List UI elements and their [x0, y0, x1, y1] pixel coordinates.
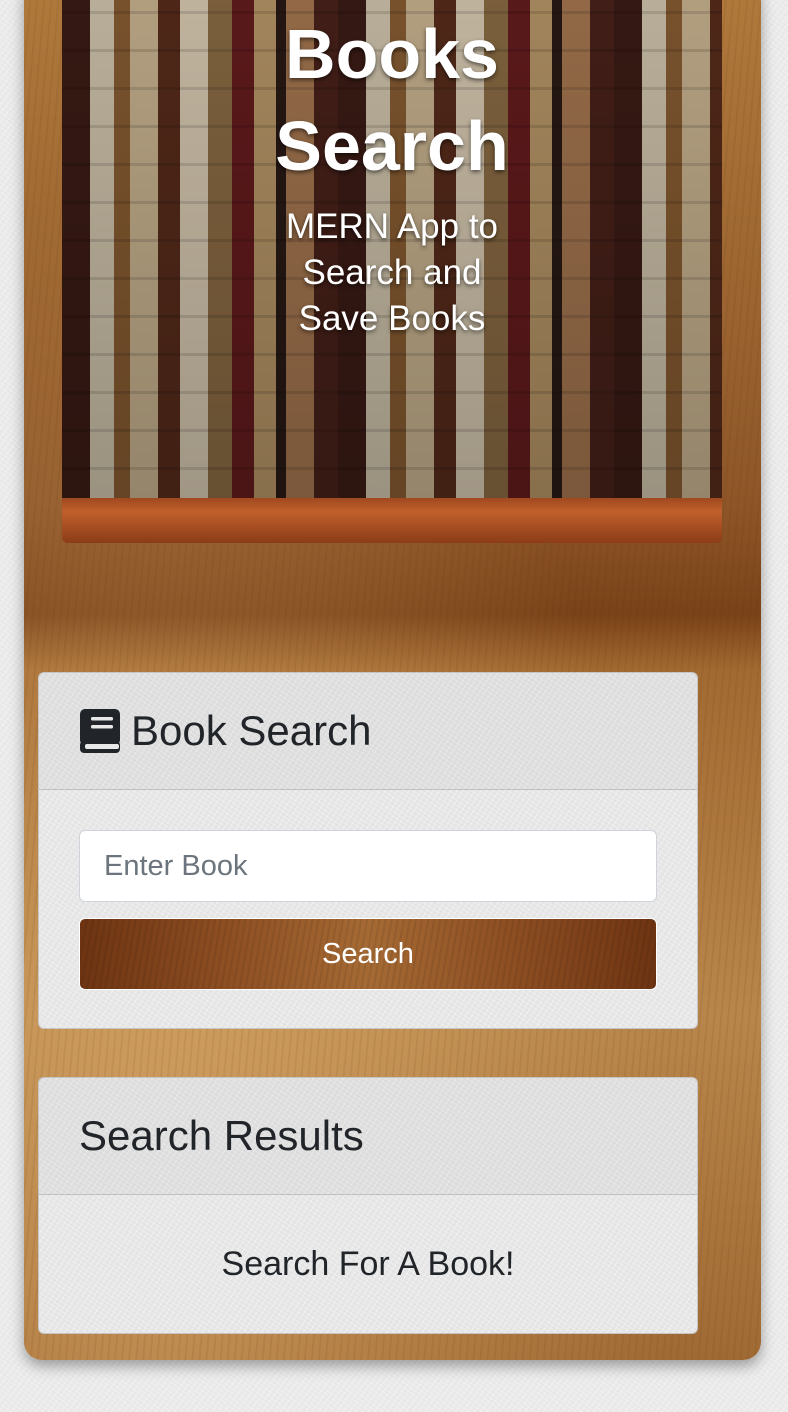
hero-text: Books Search MERN App to Search and Save… — [62, 0, 722, 342]
search-results-header: Search Results — [39, 1078, 697, 1195]
book-search-title: Book Search — [131, 707, 372, 754]
search-results-card: Search Results Search For A Book! — [38, 1077, 698, 1334]
shelf-board — [62, 498, 722, 543]
search-results-title: Search Results — [79, 1112, 364, 1159]
empty-results-message: Search For A Book! — [221, 1245, 515, 1283]
hero-banner: Books Search MERN App to Search and Save… — [62, 0, 722, 543]
search-button[interactable]: Search — [79, 918, 657, 990]
book-search-card: Book Search Search — [38, 672, 698, 1029]
book-search-input[interactable] — [79, 830, 657, 902]
page-title: Books Search — [275, 15, 509, 185]
page-subtitle: MERN App to Search and Save Books — [285, 207, 499, 338]
book-search-form: Search — [39, 790, 697, 1028]
book-icon — [79, 708, 121, 754]
search-results-body: Search For A Book! — [39, 1195, 697, 1333]
book-search-header: Book Search — [39, 673, 697, 790]
